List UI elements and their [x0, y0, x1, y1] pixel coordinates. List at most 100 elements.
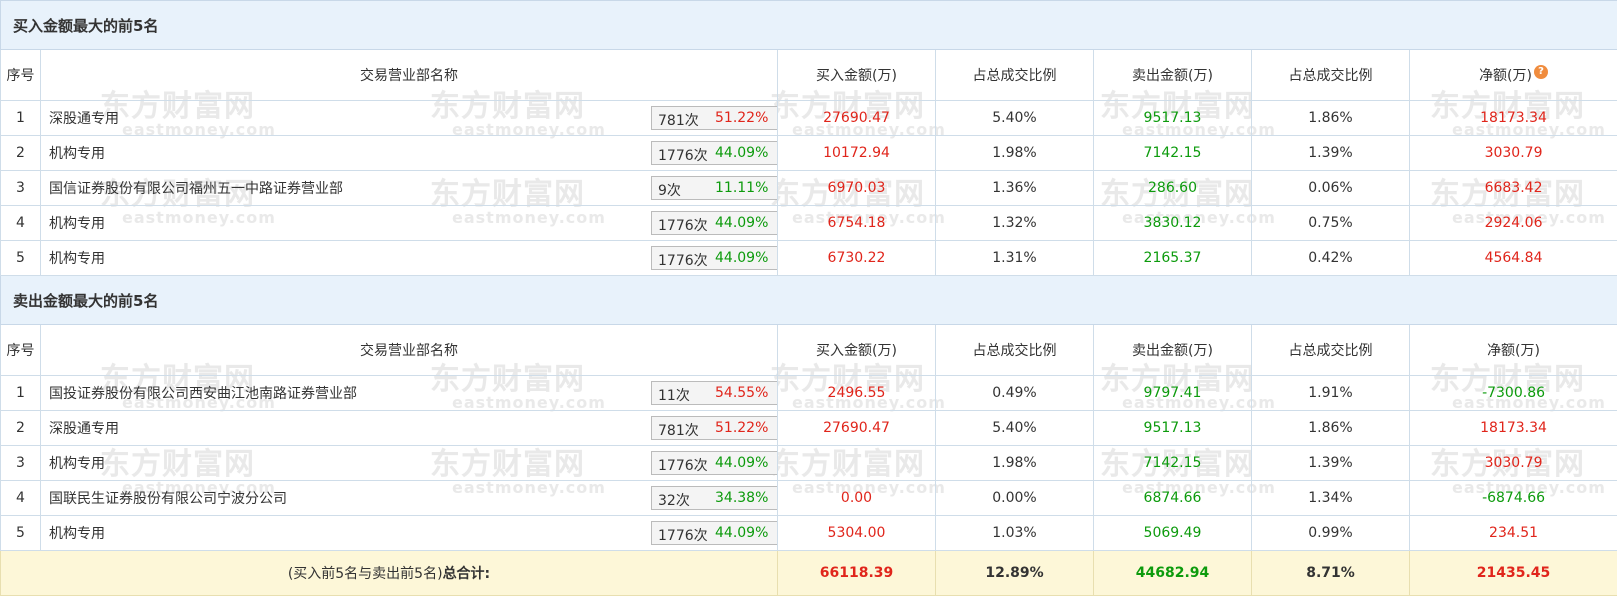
listing-count: 781次 [658, 423, 699, 439]
buy-amount: 27690.47 [777, 410, 936, 446]
sell-amount: 7142.15 [1093, 135, 1252, 171]
row-index: 1 [0, 100, 41, 136]
broker-cell: 深股通专用 781次51.22%? [40, 100, 778, 136]
buy-ratio: 5.40% [935, 100, 1094, 136]
success-rate: 11.11% [715, 180, 769, 196]
table-row: 1国投证券股份有限公司西安曲江池南路证券营业部11次54.55%?2496.55… [0, 375, 1617, 411]
broker-stat-badge[interactable]: 1776次 44.09% [651, 211, 777, 235]
broker-cell: 机构专用 1776次 44.09% [40, 445, 778, 481]
sell-ratio: 1.39% [1251, 135, 1410, 171]
question-circle-icon[interactable]: ? [1534, 65, 1548, 79]
success-rate: 44.09% [715, 455, 769, 471]
broker-cell: 机构专用 1776次 44.09% [40, 135, 778, 171]
row-index: 2 [0, 410, 41, 446]
table-row: 2 机构专用 1776次 44.09% 10172.94 1.98% 7142.15 1.39… [0, 135, 1617, 171]
header-label: 序号 [6, 343, 35, 359]
broker-cell: 国投证券股份有限公司西安曲江池南路证券营业部 11次54.55%? [40, 375, 778, 411]
header-label: 净额(万) [1479, 68, 1532, 84]
header-label: 净额(万) [1487, 343, 1540, 359]
broker-name: 国信证券股份有限公司福州五一中路证券营业部 [49, 181, 343, 197]
sell-ratio: 1.91% [1251, 375, 1410, 411]
buy-ratio: 1.36% [935, 170, 1094, 206]
buy-amount: 27690.47 [777, 100, 936, 136]
row-index: 1 [0, 375, 41, 411]
broker-stat-badge[interactable]: 1776次 44.09% [651, 521, 777, 545]
table-row: 2 深股通专用 781次 51.22% 27690.47 5.40% 9517.13 1.86… [0, 410, 1617, 446]
sell-section-header-col-index: 序号 [0, 324, 41, 376]
net-amount: 6683.42 [1408, 170, 1617, 206]
broker-cell: 国信证券股份有限公司福州五一中路证券营业部 9次 11.11% [40, 170, 778, 206]
buy-section: 买入金额最大的前5名 序号 交易营业部名称 买入金额(万) 占总成交比例 卖出金额(万) 占… [0, 0, 1617, 276]
header-label: 占总成交比例 [1288, 343, 1373, 359]
sell-section: 卖出金额最大的前5名 序号 交易营业部名称 买入金额(万) 占总成交比例 卖出金额(万) 占… [0, 275, 1617, 551]
total-buy-ratio: 12.89% [935, 550, 1094, 596]
row-index: 4 [0, 205, 41, 241]
table-row: 3 机构专用 1776次 44.09% 1.98% 7142.15 1.39% 3030.79 [0, 445, 1617, 481]
broker-cell: 机构专用 1776次 44.09% [40, 515, 778, 551]
header-label: 卖出金额(万) [1132, 68, 1213, 84]
buy-amount: 10172.94 [777, 135, 936, 171]
sell-section-header-col-sell-amount: 卖出金额(万) [1093, 324, 1252, 376]
buy-ratio: 1.03% [935, 515, 1094, 551]
success-rate: 44.09% [715, 145, 769, 161]
sell-section-title-row: 卖出金额最大的前5名 [0, 275, 1617, 325]
row-index: 5 [0, 240, 41, 276]
sell-ratio: 1.34% [1251, 480, 1410, 516]
row-index: 5 [0, 515, 41, 551]
net-amount: 4564.84 [1408, 240, 1617, 276]
sell-amount: 286.60 [1093, 170, 1252, 206]
row-index: 3 [0, 170, 41, 206]
broker-stat-badge[interactable]: 1776次 44.09% [651, 141, 777, 165]
buy-section-header-col-broker-name: 交易营业部名称 [40, 49, 778, 101]
table-row: 5 机构专用 1776次 44.09% 5304.00 1.03% 5069.49 0.99%… [0, 515, 1617, 551]
sell-amount: 5069.49 [1093, 515, 1252, 551]
broker-stat-badge[interactable]: 1776次 44.09% [651, 246, 777, 270]
net-amount: 2924.06 [1408, 205, 1617, 241]
sell-section-header-col-buy-amount: 买入金额(万) [777, 324, 936, 376]
header-label: 序号 [6, 68, 35, 84]
dragon-tiger-table: 买入金额最大的前5名 序号 交易营业部名称 买入金额(万) 占总成交比例 卖出金额(万) 占… [0, 0, 1617, 596]
broker-stat-badge[interactable]: 781次 51.22% [651, 416, 777, 440]
sell-amount: 3830.12 [1093, 205, 1252, 241]
buy-ratio: 5.40% [935, 410, 1094, 446]
broker-name: 国投证券股份有限公司西安曲江池南路证券营业部 [49, 386, 357, 402]
table-row: 5 机构专用 1776次 44.09% 6730.22 1.31% 2165.37 0.42%… [0, 240, 1617, 276]
sell-ratio: 0.06% [1251, 170, 1410, 206]
buy-ratio: 0.00% [935, 480, 1094, 516]
success-rate: 54.55% [715, 385, 769, 401]
net-amount: 18173.34 [1408, 100, 1617, 136]
total-label-bold: 总合计: [442, 566, 491, 582]
buy-ratio: 1.98% [935, 445, 1094, 481]
header-label: 买入金额(万) [816, 68, 897, 84]
sell-amount: 2165.37 [1093, 240, 1252, 276]
total-buy: 66118.39 [777, 550, 936, 596]
broker-cell: 机构专用 1776次 44.09% [40, 205, 778, 241]
table-row: 4 国联民生证券股份有限公司宁波分公司 32次 34.38% 0.00 0.00% 6874… [0, 480, 1617, 516]
broker-stat-badge[interactable]: 11次54.55%? [651, 381, 777, 405]
buy-section-header-col-buy-amount: 买入金额(万) [777, 49, 936, 101]
success-rate: 44.09% [715, 525, 769, 541]
listing-count: 32次 [658, 493, 690, 509]
net-amount: -7300.86 [1408, 375, 1617, 411]
sell-section-title: 卖出金额最大的前5名 [0, 275, 1617, 325]
broker-name: 深股通专用 [49, 111, 119, 127]
broker-stat-badge[interactable]: 32次 34.38% [651, 486, 777, 510]
sell-amount: 6874.66 [1093, 480, 1252, 516]
total-net: 21435.45 [1408, 550, 1617, 596]
buy-section-header-col-net-amount: 净额(万)? [1408, 49, 1617, 101]
sell-section-header-col-sell-ratio: 占总成交比例 [1251, 324, 1410, 376]
net-amount: 234.51 [1408, 515, 1617, 551]
buy-amount: 6754.18 [777, 205, 936, 241]
buy-amount [777, 445, 936, 481]
listing-count: 1776次 [658, 253, 708, 269]
sell-ratio: 1.86% [1251, 410, 1410, 446]
broker-name: 国联民生证券股份有限公司宁波分公司 [49, 491, 287, 507]
broker-name: 机构专用 [49, 526, 105, 542]
header-label: 占总成交比例 [972, 68, 1057, 84]
broker-stat-badge[interactable]: 9次 11.11% [651, 176, 777, 200]
broker-stat-badge[interactable]: 781次51.22%? [651, 106, 777, 130]
buy-section-header-row: 序号 交易营业部名称 买入金额(万) 占总成交比例 卖出金额(万) 占总成交比例 净额(万)… [0, 49, 1617, 101]
success-rate: 51.22% [715, 110, 769, 126]
total-section: (买入前5名与卖出前5名)总合计: 66118.39 12.89% 44682.… [0, 550, 1617, 596]
broker-stat-badge[interactable]: 1776次 44.09% [651, 451, 777, 475]
